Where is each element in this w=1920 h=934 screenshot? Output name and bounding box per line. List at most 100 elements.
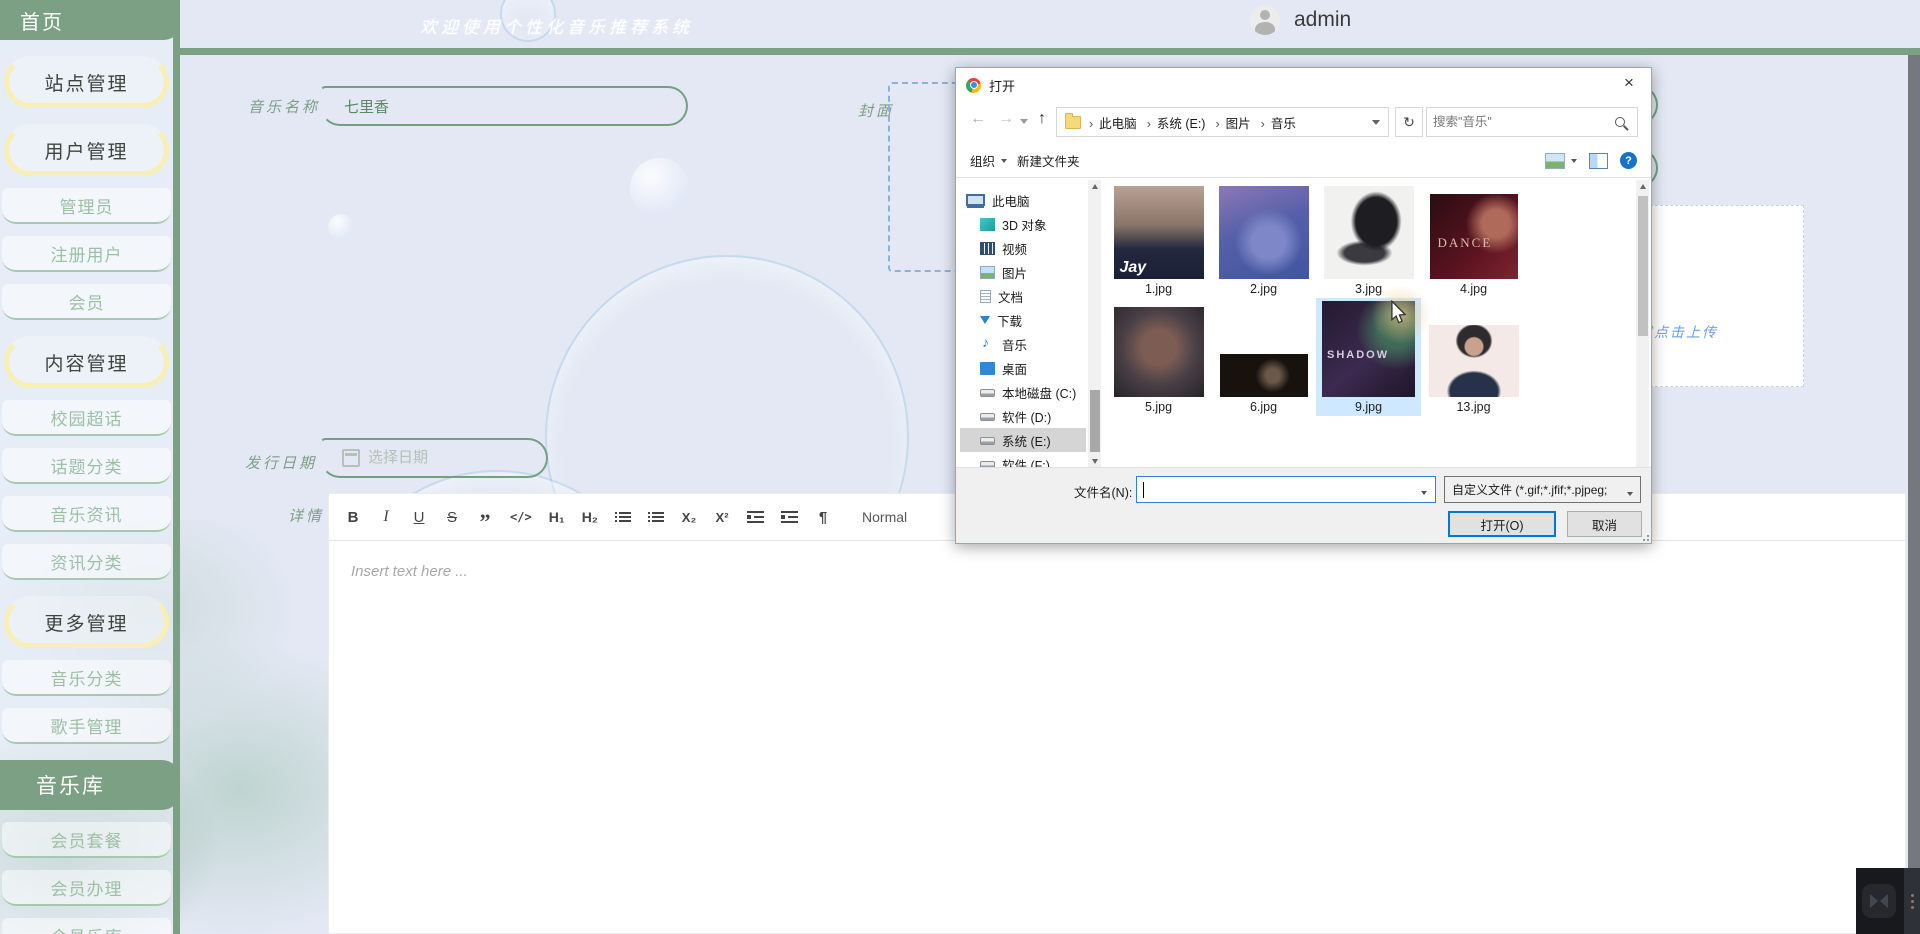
sidebar-item[interactable]: 音乐库: [0, 760, 180, 810]
editor-toolbar-button[interactable]: X₂: [681, 505, 697, 529]
extension-handle[interactable]: [1904, 868, 1920, 934]
editor-toolbar-button[interactable]: ¶: [815, 505, 831, 529]
editor-toolbar-button[interactable]: Normal: [862, 505, 907, 529]
scroll-up-icon[interactable]: [1636, 180, 1649, 193]
close-icon[interactable]: ×: [1607, 68, 1651, 98]
forward-icon[interactable]: →: [998, 110, 1014, 128]
sidebar-item[interactable]: 资讯分类: [2, 544, 171, 580]
address-chevron-icon[interactable]: [1372, 120, 1380, 129]
up-icon[interactable]: ↑: [1038, 110, 1046, 128]
editor-toolbar-button[interactable]: X²: [714, 505, 730, 529]
editor-toolbar-button[interactable]: H₁: [549, 505, 565, 529]
editor-toolbar-button[interactable]: U: [411, 505, 427, 529]
sidebar-item[interactable]: 会员办理: [2, 870, 171, 906]
extension-overlay[interactable]: [1856, 868, 1920, 934]
tree-item[interactable]: 下载: [960, 308, 1086, 332]
sidebar-item[interactable]: 用户管理: [4, 124, 169, 176]
pictures-icon: [980, 265, 995, 279]
welcome-banner: 欢迎使用个性化音乐推荐系统: [420, 18, 693, 37]
editor-toolbar-button[interactable]: [747, 511, 765, 523]
file-type-filter[interactable]: 自定义文件 (*.gif;*.jfif;*.pjpeg;: [1444, 476, 1641, 503]
sidebar-item[interactable]: 校园超话: [2, 400, 171, 436]
search-input[interactable]: [1427, 115, 1615, 129]
file-item[interactable]: 5.jpg: [1106, 298, 1211, 416]
sidebar-item[interactable]: 会员乐库: [2, 918, 171, 934]
files-scrollbar[interactable]: [1636, 180, 1649, 468]
user-chip[interactable]: admin: [1250, 5, 1351, 35]
back-icon[interactable]: ←: [970, 110, 986, 128]
editor-toolbar-button[interactable]: [615, 511, 632, 523]
file-item[interactable]: 3.jpg: [1316, 180, 1421, 298]
refresh-button[interactable]: ↻: [1395, 107, 1423, 137]
editor-content[interactable]: Insert text here ...: [329, 541, 1905, 602]
file-item[interactable]: Jay 1.jpg: [1106, 180, 1211, 298]
sidebar-item[interactable]: 管理员: [2, 188, 171, 224]
tree-item[interactable]: 文档: [960, 284, 1086, 308]
thumbnail-view-button[interactable]: [1545, 152, 1577, 169]
sidebar: 首页站点管理用户管理管理员注册用户会员内容管理校园超话话题分类音乐资讯资讯分类更…: [0, 0, 180, 934]
scroll-up-icon[interactable]: [1088, 180, 1101, 193]
music-name-input[interactable]: [322, 88, 686, 124]
file-item[interactable]: DANCE 4.jpg: [1421, 180, 1526, 298]
tree-item[interactable]: 音乐: [960, 332, 1086, 356]
help-icon[interactable]: ?: [1620, 152, 1637, 169]
editor-toolbar-button[interactable]: </>: [510, 505, 532, 529]
chevron-down-icon[interactable]: [1421, 491, 1427, 498]
sidebar-item[interactable]: 歌手管理: [2, 708, 171, 744]
resize-grip[interactable]: [1639, 531, 1649, 541]
editor-toolbar-button[interactable]: ”: [477, 500, 493, 534]
file-item[interactable]: 13.jpg: [1421, 298, 1526, 416]
tree-item[interactable]: 3D 对象: [960, 212, 1086, 236]
sidebar-item[interactable]: 更多管理: [4, 596, 169, 648]
search-box[interactable]: [1426, 107, 1638, 137]
filename-input[interactable]: [1137, 482, 1435, 497]
sidebar-item[interactable]: 音乐资讯: [2, 496, 171, 532]
editor-toolbar-button[interactable]: [648, 511, 665, 523]
media-extension-icon[interactable]: [1862, 884, 1896, 918]
breadcrumb-item[interactable]: 图片: [1211, 113, 1254, 132]
tree-item[interactable]: 本地磁盘 (C:): [960, 380, 1086, 404]
editor-toolbar-button[interactable]: S: [444, 505, 460, 529]
dialog-titlebar[interactable]: 打开 ×: [956, 68, 1651, 102]
tree-scrollbar[interactable]: [1088, 180, 1101, 468]
organize-button[interactable]: 组织: [970, 151, 1008, 170]
address-bar[interactable]: 此电脑系统 (E:)图片音乐: [1056, 107, 1389, 137]
sidebar-item[interactable]: 音乐分类: [2, 660, 171, 696]
file-thumbnail: [1218, 186, 1309, 279]
sidebar-item[interactable]: 会员套餐: [2, 822, 171, 858]
editor-toolbar-button[interactable]: [781, 511, 799, 523]
file-item[interactable]: 6.jpg: [1211, 298, 1316, 416]
sidebar-item[interactable]: 会员: [2, 284, 171, 320]
sidebar-item[interactable]: 内容管理: [4, 336, 169, 388]
tree-item[interactable]: 系统 (E:): [960, 428, 1086, 452]
cancel-button[interactable]: 取消: [1567, 511, 1642, 537]
sidebar-item[interactable]: 话题分类: [2, 448, 171, 484]
tree-item[interactable]: 软件 (D:): [960, 404, 1086, 428]
preview-pane-icon[interactable]: [1589, 152, 1608, 169]
release-date-input[interactable]: [360, 440, 546, 476]
editor-toolbar-button[interactable]: B: [345, 505, 361, 529]
sidebar-item[interactable]: 站点管理: [4, 56, 169, 108]
open-button[interactable]: 打开(O): [1448, 511, 1556, 537]
file-thumbnail: Jay: [1113, 186, 1204, 279]
page-scrollbar[interactable]: [1908, 55, 1920, 934]
editor-toolbar-button[interactable]: H₂: [582, 505, 598, 529]
history-chevron-icon[interactable]: [1020, 119, 1028, 128]
music-name-field[interactable]: [320, 86, 688, 126]
breadcrumb-item[interactable]: 此电脑: [1085, 113, 1141, 132]
file-item[interactable]: 2.jpg: [1211, 180, 1316, 298]
tree-item[interactable]: 视频: [960, 236, 1086, 260]
tree-item[interactable]: 此电脑: [960, 188, 1086, 212]
editor-toolbar-button[interactable]: I: [378, 505, 394, 529]
new-folder-button[interactable]: 新建文件夹: [1017, 151, 1080, 170]
breadcrumb-item[interactable]: 系统 (E:): [1143, 113, 1210, 132]
filename-field[interactable]: [1136, 476, 1436, 503]
tree-item[interactable]: 桌面: [960, 356, 1086, 380]
breadcrumb-item[interactable]: 音乐: [1257, 113, 1300, 132]
tree-item[interactable]: 软件 (F:): [960, 452, 1086, 468]
upload-dropzone[interactable]: [1650, 205, 1804, 387]
tree-item[interactable]: 图片: [960, 260, 1086, 284]
sidebar-item[interactable]: 注册用户: [2, 236, 171, 272]
release-date-field[interactable]: [320, 438, 548, 478]
sidebar-item[interactable]: 首页: [0, 0, 180, 40]
